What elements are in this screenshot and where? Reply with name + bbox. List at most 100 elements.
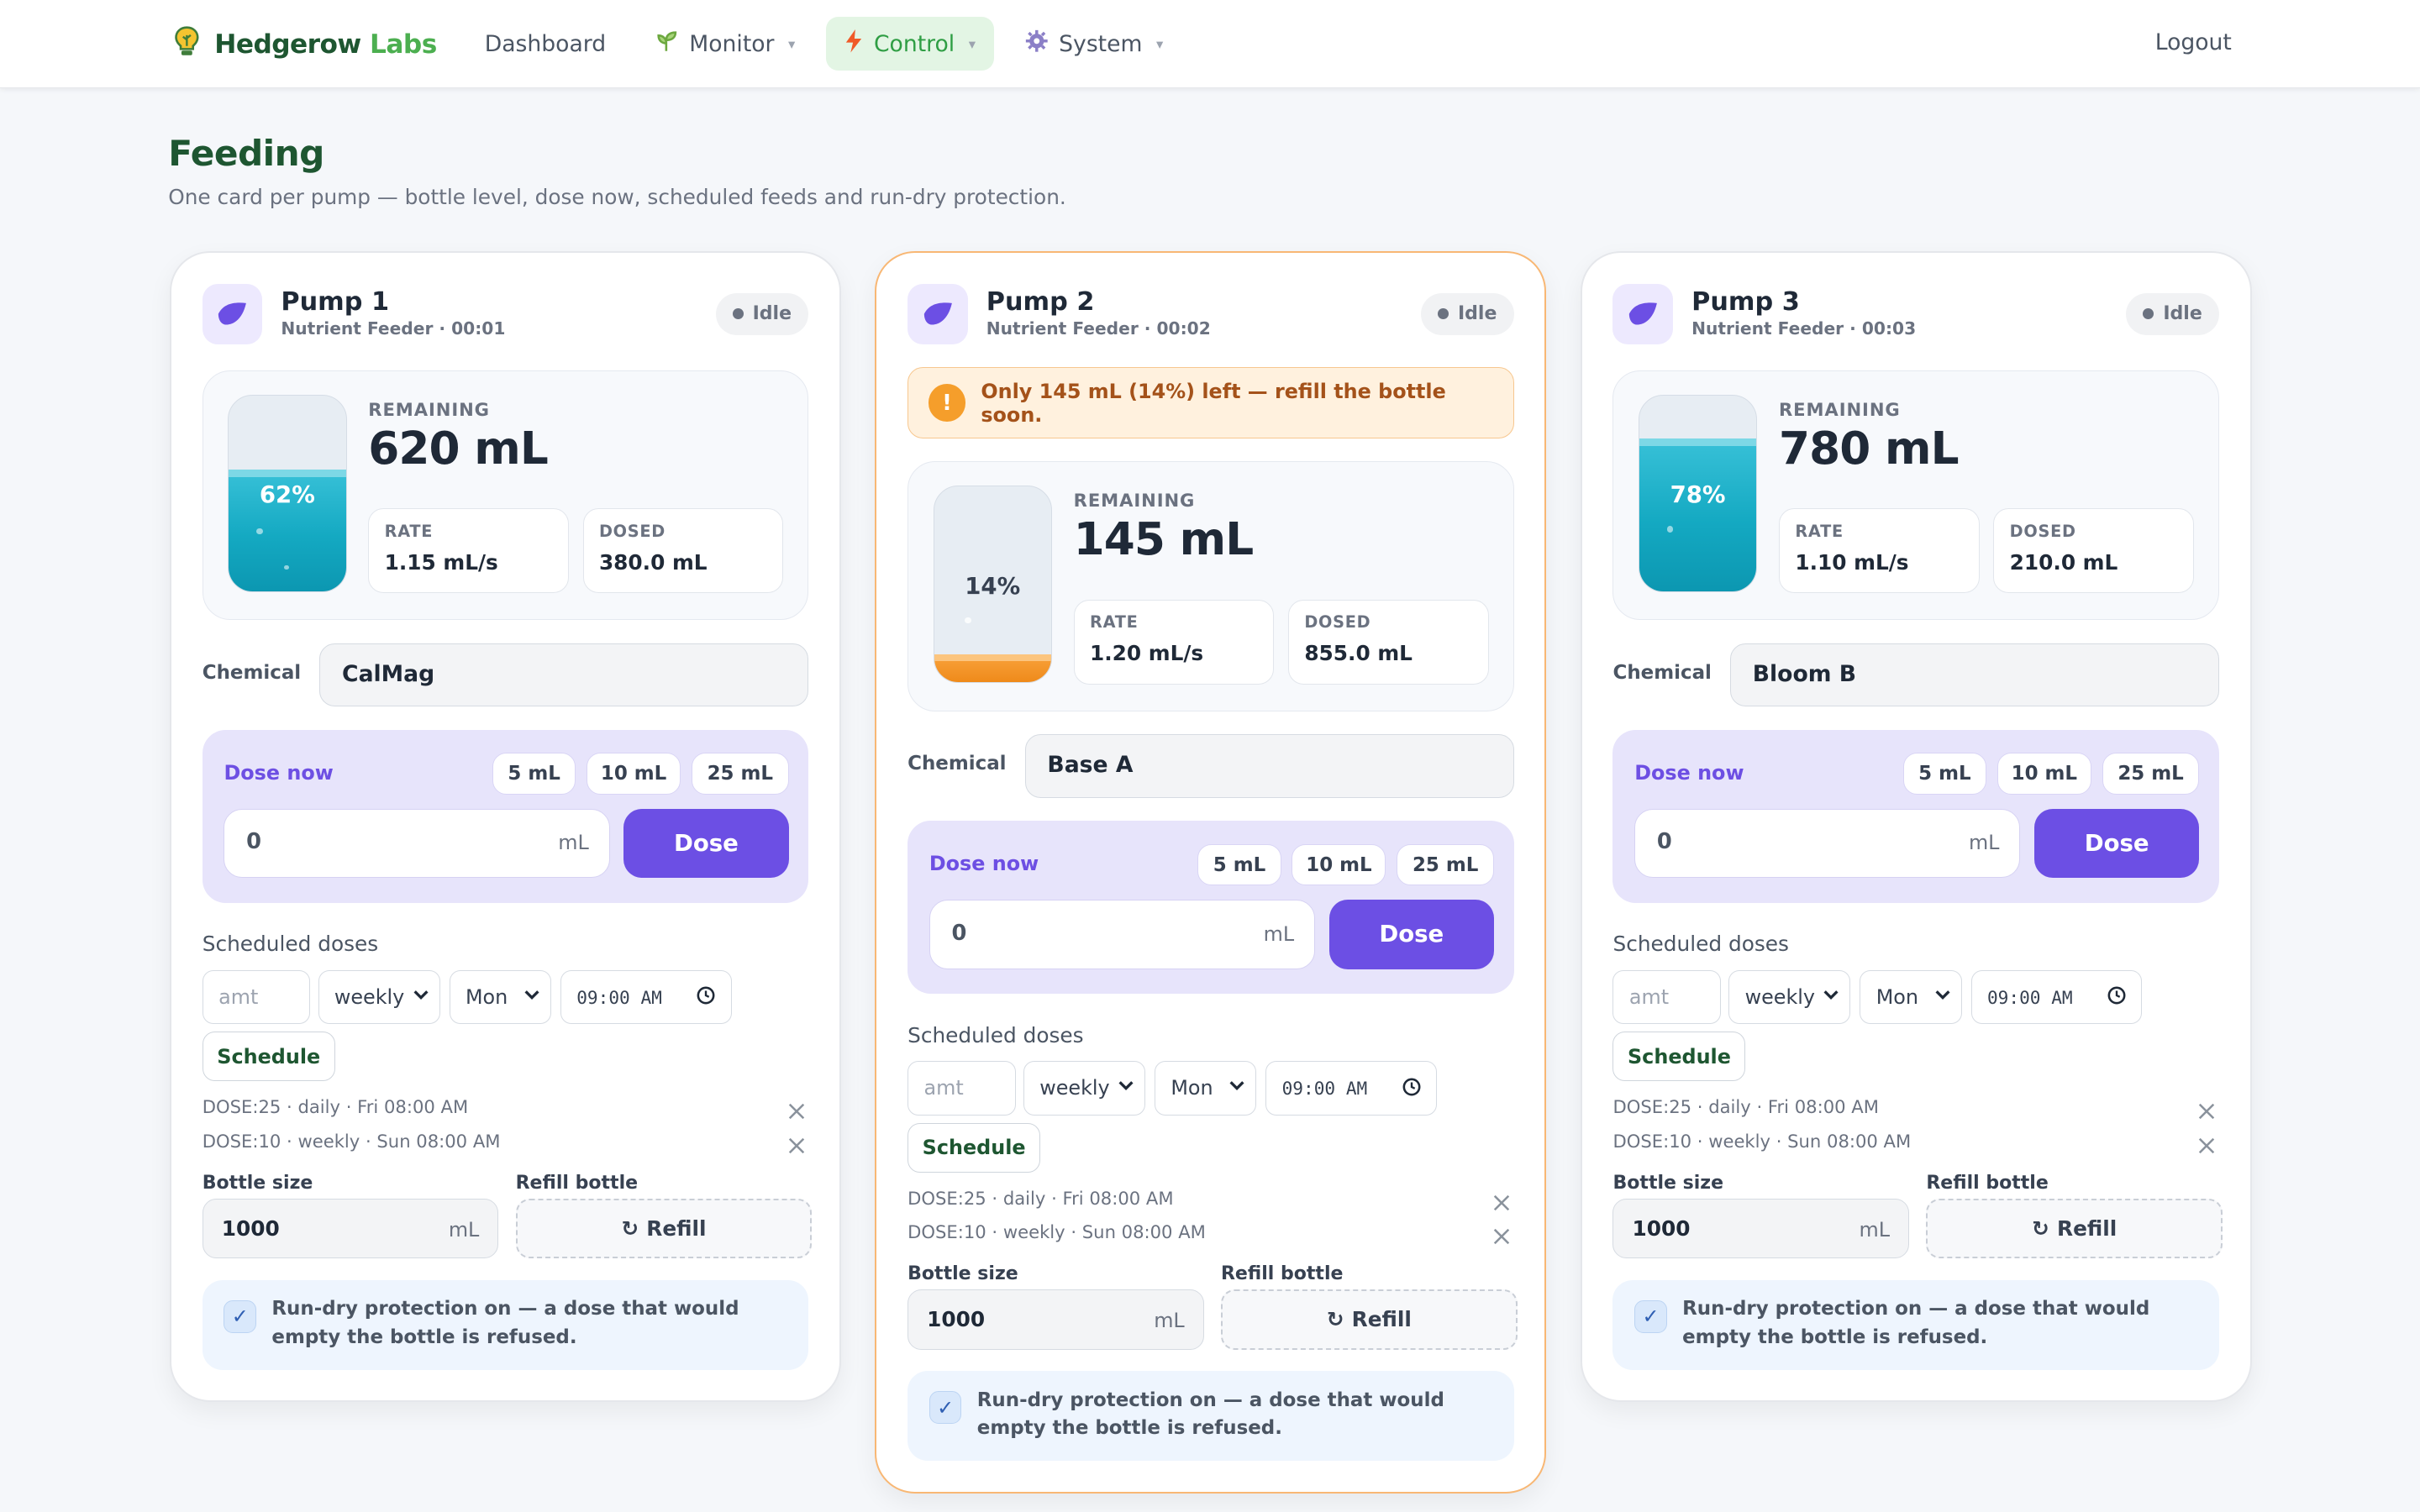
nav-control[interactable]: Control ▾ [826,17,995,71]
status-dot-icon [2143,308,2154,320]
dose-button[interactable]: Dose [623,808,789,879]
pump-card-1: Pump 1 Nutrient Feeder · 00:01 Idle 62% … [170,251,841,1403]
frequency-value: weekly [334,985,405,1010]
clock-icon [697,986,715,1009]
protection-text: Run-dry protection on — a dose that woul… [1682,1298,2150,1348]
scheduled-item: DOSE:25 · daily · Fri 08:00 AM [203,1090,809,1124]
refill-bottle-label: Refill bottle [515,1172,639,1194]
bottle-size-value: 1000 [1632,1215,1691,1241]
checkbox[interactable]: ✓ [929,1391,962,1424]
chemical-label: Chemical [202,662,302,685]
chemical-input[interactable]: CalMag [319,643,809,707]
close-icon[interactable] [1492,1223,1511,1257]
nav-system[interactable]: System ▾ [1007,17,1182,71]
schedule-time-input[interactable]: 09:00 AM [1265,1061,1438,1116]
close-icon[interactable] [787,1132,806,1166]
bubble-icon [1666,526,1674,533]
preset-10ml-button[interactable]: 10 mL [1996,753,2091,795]
nav-dashboard[interactable]: Dashboard [466,17,625,71]
refill-button[interactable]: ↻ Refill [515,1198,813,1259]
schedule-frequency-select[interactable]: weekly [1023,1061,1145,1116]
dose-amount-input[interactable]: 0 mL [224,808,610,879]
schedule-time-input[interactable]: 09:00 AM [560,969,732,1025]
checkbox[interactable]: ✓ [224,1299,257,1333]
schedule-button[interactable]: Schedule [1612,1032,1746,1082]
chemical-input[interactable]: Bloom B [1730,643,2219,707]
pump-subtitle: Nutrient Feeder · 00:01 [281,318,506,339]
alert-text: Only 145 mL (14%) left — refill the bott… [981,379,1446,427]
preset-25ml-button[interactable]: 25 mL [691,753,789,795]
pump-card-header: Pump 3 Nutrient Feeder · 00:03 Idle [1612,282,2219,347]
schedule-amount-input[interactable]: amt [202,969,311,1025]
scheduled-doses-title: Scheduled doses [202,932,379,957]
bottle-fill [1639,438,1757,591]
rate-label: RATE [1795,522,1844,542]
schedule-day-select[interactable]: Mon [1154,1061,1257,1116]
warning-icon: ! [929,384,965,422]
pump-card-header: Pump 1 Nutrient Feeder · 00:01 Idle [202,282,809,347]
chemical-row: Chemical Base A [908,734,1514,798]
bottle-settings: Bottle size Refill bottle 1000 mL ↻ Refil… [202,1172,813,1281]
sprout-icon [655,29,679,59]
schedule-frequency-select[interactable]: weekly [1728,969,1851,1025]
schedule-button[interactable]: Schedule [202,1032,335,1082]
schedule-day-select[interactable]: Mon [1860,969,1962,1025]
day-value: Mon [1876,985,1919,1010]
refill-button[interactable]: ↻ Refill [1220,1289,1518,1350]
logout-link[interactable]: Logout [2155,29,2232,55]
bottle-size-input[interactable]: 1000 mL [1612,1198,1910,1259]
scheduled-item: DOSE:10 · weekly · Sun 08:00 AM [908,1215,1514,1249]
lightning-icon [844,29,863,59]
dose-amount-input[interactable]: 0 mL [929,899,1315,969]
schedule-button[interactable]: Schedule [908,1122,1041,1173]
brand[interactable]: Hedgerow Labs [171,24,437,64]
schedule-amount-input[interactable]: amt [908,1061,1016,1116]
nav-dashboard-label: Dashboard [484,30,607,57]
checkbox[interactable]: ✓ [1634,1299,1667,1333]
pump-subtitle: Nutrient Feeder · 00:02 [986,318,1211,339]
rate-value: 1.20 mL/s [1090,641,1204,666]
nav-control-label: Control [873,30,955,57]
nav-monitor[interactable]: Monitor ▾ [637,17,813,71]
preset-5ml-button[interactable]: 5 mL [1197,843,1281,886]
refill-label: Refill [2056,1216,2118,1242]
refresh-icon: ↻ [2032,1216,2049,1242]
dose-amount-value: 0 [1656,829,1672,855]
preset-5ml-button[interactable]: 5 mL [492,753,576,795]
day-value: Mon [1171,1076,1213,1100]
scheduled-item-label: DOSE:25 · daily · Fri 08:00 AM [202,1096,469,1118]
chemical-input[interactable]: Base A [1024,734,1514,798]
gear-icon [1025,29,1049,59]
protection-text: Run-dry protection on — a dose that woul… [976,1389,1444,1439]
bottle-size-input[interactable]: 1000 mL [908,1289,1204,1350]
schedule-amount-input[interactable]: amt [1612,969,1722,1025]
preset-25ml-button[interactable]: 25 mL [2102,753,2200,795]
pump-name: Pump 2 [986,286,1095,317]
bottle-size-unit: mL [1154,1309,1185,1333]
droplet-icon [202,284,263,344]
preset-10ml-button[interactable]: 10 mL [587,753,681,795]
preset-25ml-button[interactable]: 25 mL [1397,843,1495,886]
dose-button[interactable]: Dose [2033,808,2200,879]
dose-button[interactable]: Dose [1328,899,1495,969]
schedule-time-input[interactable]: 09:00 AM [1970,969,2143,1025]
dosed-stat: DOSED 210.0 mL [1993,508,2195,594]
time-value: 09:00 AM [576,986,662,1008]
chemical-label: Chemical [908,753,1007,775]
dosed-label: DOSED [2009,522,2076,542]
close-icon[interactable] [2197,1132,2216,1166]
schedule-frequency-select[interactable]: weekly [318,969,440,1025]
dose-now-panel: Dose now 5 mL 10 mL 25 mL 0 mL Dose [202,729,809,903]
top-navigation-bar: Hedgerow Labs Dashboard Monitor ▾ Contro… [0,0,2420,88]
preset-5ml-button[interactable]: 5 mL [1902,753,1986,795]
bottle-size-input[interactable]: 1000 mL [202,1198,499,1259]
preset-10ml-button[interactable]: 10 mL [1292,843,1386,886]
schedule-day-select[interactable]: Mon [449,969,551,1025]
page: Hedgerow Labs Dashboard Monitor ▾ Contro… [0,0,2420,1512]
refill-button[interactable]: ↻ Refill [1926,1198,2223,1259]
scheduled-item-label: DOSE:10 · weekly · Sun 08:00 AM [202,1130,501,1152]
dose-amount-input[interactable]: 0 mL [1634,808,2021,879]
chemical-label: Chemical [1612,662,1712,685]
run-dry-protection: ✓ Run-dry protection on — a dose that wo… [1612,1280,2219,1370]
status-label: Idle [2163,303,2202,325]
